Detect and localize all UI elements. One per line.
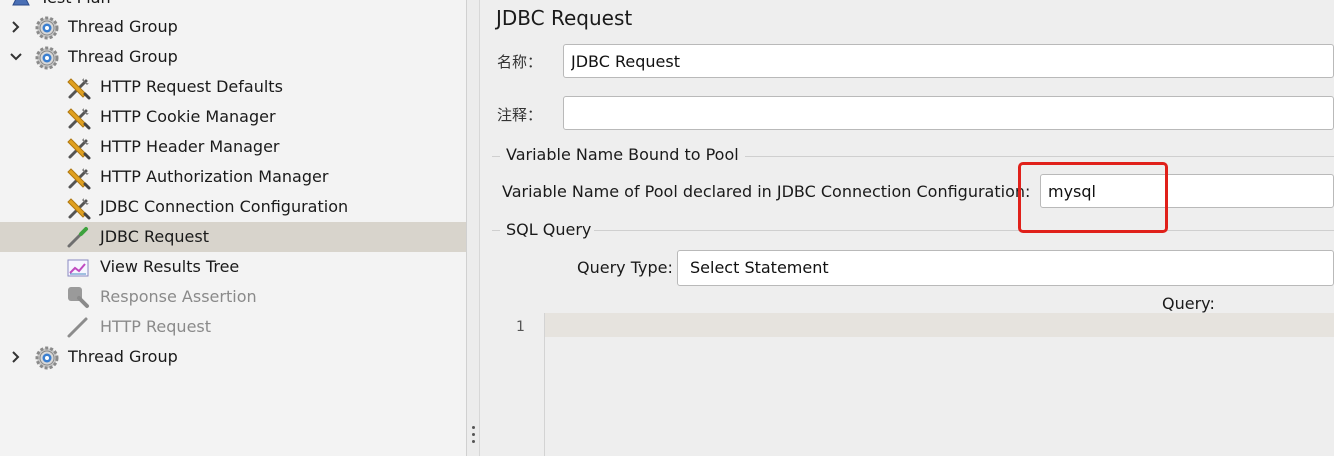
- pipette-icon: [66, 225, 90, 249]
- tree-item-label: Thread Group: [68, 17, 178, 36]
- tree-item-label: HTTP Request Defaults: [100, 77, 283, 96]
- tree-item-label: Test Plan: [40, 0, 111, 8]
- graph-icon: [66, 256, 90, 280]
- tree-item-http-request-defaults[interactable]: HTTP Request Defaults: [0, 72, 466, 102]
- tree-item-http-header-manager[interactable]: HTTP Header Manager: [0, 132, 466, 162]
- section-border: [745, 156, 1334, 157]
- chevron-right-icon[interactable]: [9, 20, 23, 34]
- tree-item-http-cookie-manager[interactable]: HTTP Cookie Manager: [0, 102, 466, 132]
- tree-item-label: HTTP Request: [100, 317, 212, 336]
- tree-item-thread-group-1[interactable]: Thread Group: [0, 12, 466, 42]
- tree-item-label: Thread Group: [68, 347, 178, 366]
- query-label: Query:: [1162, 294, 1215, 313]
- tree-item-view-results-tree[interactable]: View Results Tree: [0, 252, 466, 282]
- line-number: 1: [516, 319, 525, 335]
- jdbc-request-panel: JDBC Request 名称： 注释： Variable Name Bound…: [480, 0, 1334, 456]
- tree-item-jdbc-request[interactable]: JDBC Request: [0, 222, 466, 252]
- tree-item-jdbc-connection-configuration[interactable]: JDBC Connection Configuration: [0, 192, 466, 222]
- highlight-box: [1018, 162, 1168, 233]
- gear-icon: [34, 345, 59, 370]
- wrench-screwdriver-icon: [66, 165, 91, 190]
- line-number-gutter: 1: [480, 313, 545, 456]
- section-border: [492, 230, 500, 231]
- query-type-value: Select Statement: [690, 258, 829, 277]
- panel-title: JDBC Request: [496, 6, 633, 30]
- chevron-down-icon[interactable]: [9, 50, 23, 64]
- tree-item-label: JDBC Request: [100, 227, 209, 246]
- gear-icon: [34, 45, 59, 70]
- grip-dot: [472, 426, 475, 429]
- current-line-highlight: [545, 313, 1334, 337]
- sql-section-title: SQL Query: [506, 220, 592, 239]
- wrench-screwdriver-icon: [66, 75, 91, 100]
- wrench-screwdriver-icon: [66, 195, 91, 220]
- tree-item-label: HTTP Cookie Manager: [100, 107, 276, 126]
- section-border: [492, 156, 500, 157]
- grip-dot: [472, 433, 475, 436]
- name-label: 名称：: [497, 53, 543, 71]
- tree-item-thread-group-3[interactable]: Thread Group: [0, 342, 466, 372]
- tree-item-label: JDBC Connection Configuration: [100, 197, 349, 216]
- comment-field[interactable]: [563, 96, 1334, 130]
- section-border: [594, 230, 1334, 231]
- flask-icon: [10, 0, 34, 11]
- tree-item-response-assertion[interactable]: Response Assertion: [0, 282, 466, 312]
- magnifier-icon: [66, 285, 90, 309]
- comment-label: 注释：: [497, 106, 543, 124]
- tree-item-label: Response Assertion: [100, 287, 257, 306]
- query-type-label: Query Type:: [577, 258, 673, 277]
- tree-item-thread-group-2[interactable]: Thread Group: [0, 42, 466, 72]
- pipette-icon: [66, 315, 90, 339]
- chevron-right-icon[interactable]: [9, 350, 23, 364]
- query-editor[interactable]: [545, 337, 1334, 456]
- grip-dot: [472, 440, 475, 443]
- split-pane-divider[interactable]: [466, 0, 480, 456]
- gear-icon: [34, 15, 59, 40]
- test-plan-tree: Test Plan Thread Group Thread Group HTTP…: [0, 0, 466, 456]
- tree-item-label: HTTP Authorization Manager: [100, 167, 329, 186]
- pool-variable-label: Variable Name of Pool declared in JDBC C…: [502, 182, 1031, 201]
- wrench-screwdriver-icon: [66, 135, 91, 160]
- wrench-screwdriver-icon: [66, 105, 91, 130]
- tree-item-label: View Results Tree: [100, 257, 240, 276]
- name-field[interactable]: [563, 44, 1334, 78]
- tree-item-http-authorization-manager[interactable]: HTTP Authorization Manager: [0, 162, 466, 192]
- tree-item-label: Thread Group: [68, 47, 178, 66]
- pool-section-title: Variable Name Bound to Pool: [506, 145, 739, 164]
- tree-item-http-request[interactable]: HTTP Request: [0, 312, 466, 342]
- tree-item-label: HTTP Header Manager: [100, 137, 280, 156]
- query-type-select[interactable]: Select Statement: [677, 250, 1334, 286]
